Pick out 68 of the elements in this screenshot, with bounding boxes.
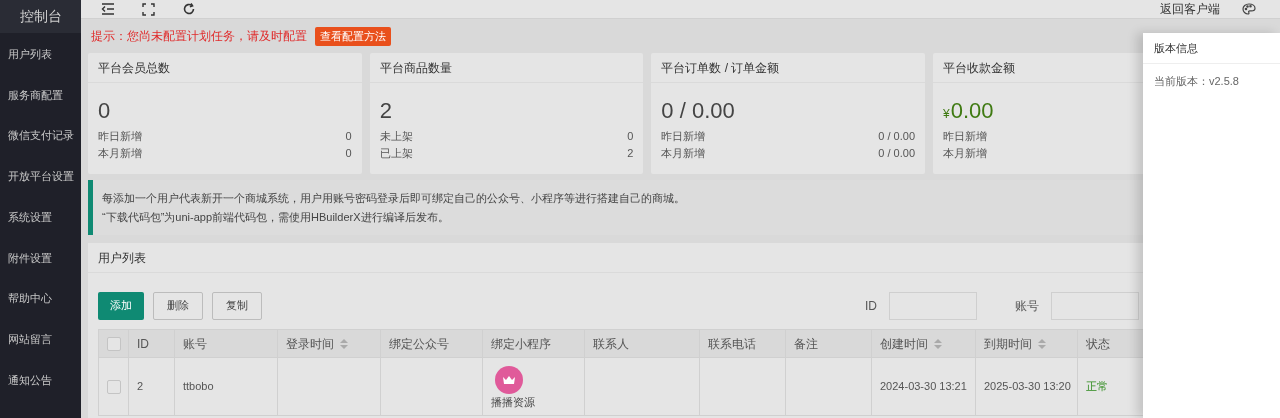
card-title: 平台会员总数 [88,53,362,83]
sidebar-item[interactable]: 服务商配置 [0,74,81,116]
filter-label: 账号 [1015,297,1039,315]
sidebar-item[interactable]: 帮助中心 [0,278,81,319]
sidebar-item[interactable]: 微信支付记录 [0,115,81,157]
sidebar-item[interactable]: 系统设置 [0,196,81,238]
column-header: 联系人 [593,335,629,353]
stat-number: 2 [627,146,634,162]
stat-label: 本月新增 [943,146,987,162]
stat-label: 本月新增 [98,146,142,162]
table-cell: 2024-03-30 13:21 [880,380,967,393]
stat-number: 0 [345,146,352,162]
column-header: 状态 [1086,335,1110,353]
sidebar-item[interactable]: 附件设置 [0,237,81,279]
stat-label: 昨日新增 [943,129,987,145]
toolbar-button[interactable]: 删除 [153,291,203,320]
stat-value: 0.00 [950,97,994,125]
stat-label: 昨日新增 [661,129,706,145]
refresh-icon[interactable] [183,3,195,15]
stat-label: 本月新增 [661,146,706,162]
column-header: 备注 [794,335,818,353]
checkbox[interactable] [106,337,121,352]
sidebar-item[interactable]: 网站留言 [0,318,81,360]
stat-value: 0 / 0.00 [661,97,735,125]
column-header: 账号 [183,335,207,353]
stat-number: 0 / 0.00 [878,146,915,162]
filter-label: ID [865,297,877,315]
sidebar-item[interactable]: 用户列表 [0,34,81,75]
stat-label: 昨日新增 [98,129,142,145]
sidebar-item[interactable]: 通知公告 [0,359,81,401]
column-header: 绑定公众号 [389,335,449,353]
sidebar-title: 控制台 [0,0,81,33]
stat-label: 已上架 [379,146,413,162]
add-button[interactable]: 添加 [98,291,144,320]
column-header: 联系电话 [708,335,756,353]
currency-symbol: ¥ [943,106,950,123]
notice-text: 提示：您尚未配置计划任务，请及时配置 [91,28,307,45]
back-to-client-link[interactable]: 返回客户端 [1160,0,1220,18]
sidebar-item[interactable]: 开放平台设置 [0,156,81,197]
table-cell: ttbobo [183,380,214,393]
sort-icon[interactable] [934,338,942,349]
sort-icon[interactable] [340,338,348,349]
table-cell: 2 [137,380,144,393]
checkbox[interactable] [106,380,121,395]
card-title: 平台订单数 / 订单金额 [651,53,925,83]
stat-number: 0 / 0.00 [878,129,915,145]
stat-number: 0 [345,129,352,145]
fullscreen-icon[interactable] [142,2,155,16]
input-field[interactable] [1051,291,1139,320]
stat-label: 未上架 [379,129,413,145]
card-title: 平台商品数量 [369,53,644,83]
miniprogram-name: 播播资源 [491,395,535,411]
stat-number: 0 [627,129,634,145]
view-config-button[interactable]: 查看配置方法 [315,26,391,46]
app-logo-icon [495,366,523,395]
menu-fold-icon[interactable] [101,3,115,15]
sort-icon[interactable] [1038,338,1046,349]
column-header: ID [137,335,149,353]
table-cell: 2025-03-30 13:20 [984,380,1071,393]
stat-value: 2 [379,97,392,125]
stat-value: 0 [98,97,111,125]
drawer-title: 版本信息 [1143,33,1280,64]
column-header: 绑定小程序 [491,335,551,353]
status-text: 正常 [1086,380,1108,393]
info-text: “下载代码包”为uni-app前端代码包，需使用HBuilderX进行编译后发布。 [102,210,450,225]
toolbar-button[interactable]: 复制 [212,291,262,320]
info-text: 每添加一个用户代表新开一个商城系统，用户用账号密码登录后即可绑定自己的公众号、小程序等进行搭建自己的商城。 [102,190,686,206]
palette-icon[interactable] [1242,3,1256,15]
